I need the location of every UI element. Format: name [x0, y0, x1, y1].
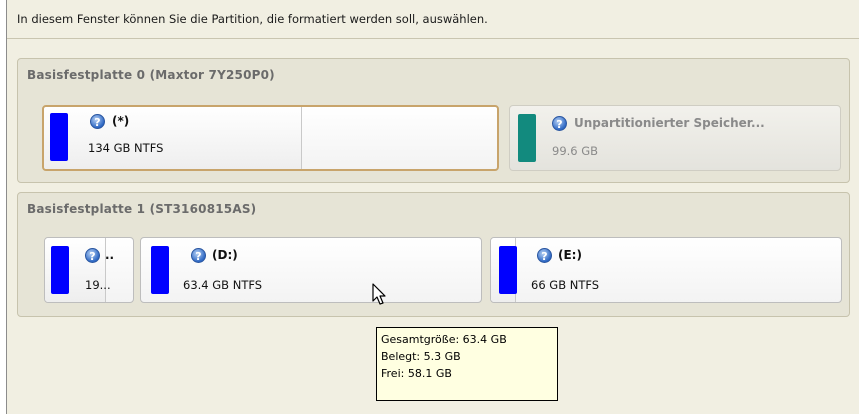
- partition-color-bar: [51, 246, 69, 294]
- partition-size: 99.6 GB: [552, 144, 599, 158]
- partition-color-bar: [518, 114, 536, 162]
- partition-label: Unpartitionierter Speicher...: [574, 116, 765, 130]
- disk-0-title: Basisfestplatte 0 (Maxtor 7Y250P0): [27, 68, 275, 82]
- used-space-bar: [44, 107, 302, 169]
- partition-disk0-unallocated[interactable]: ? Unpartitionierter Speicher... 99.6 GB: [509, 105, 841, 171]
- partition-disk1-first[interactable]: ? .. 19...: [44, 237, 134, 303]
- disk-1-title: Basisfestplatte 1 (ST3160815AS): [27, 202, 257, 216]
- instruction-text: In diesem Fenster können Sie die Partiti…: [17, 12, 488, 26]
- partition-size: 63.4 GB NTFS: [183, 278, 263, 292]
- disk-1-group: Basisfestplatte 1 (ST3160815AS) ? .. 19.…: [17, 192, 850, 317]
- partition-label: ..: [105, 248, 115, 262]
- help-icon[interactable]: ?: [552, 116, 567, 131]
- partition-size: 134 GB NTFS: [88, 141, 164, 155]
- disk-0-group: Basisfestplatte 0 (Maxtor 7Y250P0) ? (*)…: [17, 58, 850, 183]
- partition-disk1-e[interactable]: ? (E:) 66 GB NTFS: [490, 237, 842, 303]
- mouse-pointer-icon: [372, 283, 386, 305]
- partition-disk1-d[interactable]: ? (D:) 63.4 GB NTFS: [140, 237, 482, 303]
- tooltip-total-size: Gesamtgröße: 63.4 GB: [381, 333, 507, 346]
- partition-color-bar: [151, 246, 169, 294]
- help-icon[interactable]: ?: [537, 248, 552, 263]
- divider: [7, 38, 859, 39]
- partition-color-bar: [50, 113, 68, 161]
- partition-tooltip: Gesamtgröße: 63.4 GB Belegt: 5.3 GB Frei…: [376, 327, 558, 401]
- partition-label: (D:): [212, 248, 238, 262]
- tooltip-used-space: Belegt: 5.3 GB: [381, 350, 461, 363]
- partition-label: (*): [112, 114, 130, 128]
- partition-label: (E:): [558, 248, 582, 262]
- help-icon[interactable]: ?: [85, 248, 100, 263]
- partition-color-bar: [499, 246, 517, 294]
- help-icon[interactable]: ?: [191, 248, 206, 263]
- help-icon[interactable]: ?: [90, 114, 105, 129]
- partition-size: 66 GB NTFS: [531, 278, 600, 292]
- partition-size: 19...: [85, 278, 111, 292]
- tooltip-free-space: Frei: 58.1 GB: [381, 367, 452, 380]
- partition-disk0-star[interactable]: ? (*) 134 GB NTFS: [42, 105, 499, 171]
